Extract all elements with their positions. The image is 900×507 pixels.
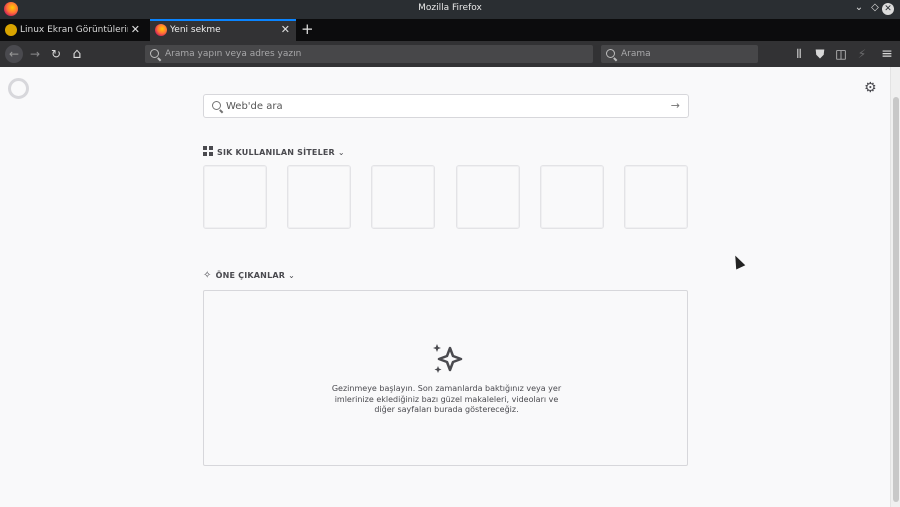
tab-favicon-icon	[5, 24, 17, 36]
url-bar[interactable]	[145, 45, 593, 63]
minimize-icon[interactable]: ⌄	[852, 2, 866, 13]
web-search-input[interactable]	[226, 95, 646, 117]
reload-button[interactable]: ↻	[47, 45, 65, 63]
mouse-cursor-icon	[730, 253, 746, 270]
library-icon[interactable]: ⫴	[790, 45, 808, 63]
tab-new-tab[interactable]: Yeni sekme ✕	[150, 19, 296, 41]
top-sites-title: SIK KULLANILAN SİTELER	[217, 148, 335, 157]
top-site-tile[interactable]	[371, 165, 435, 229]
chevron-down-icon[interactable]: ⌄	[288, 271, 295, 280]
highlights-header[interactable]: ✧ ÖNE ÇIKANLAR ⌄	[203, 270, 295, 281]
tab-favicon-icon	[155, 24, 167, 36]
top-site-tile[interactable]	[456, 165, 520, 229]
search-icon	[150, 49, 159, 58]
menu-icon[interactable]: ≡	[878, 45, 896, 63]
forward-button[interactable]: →	[26, 45, 44, 63]
window-titlebar: Mozilla Firefox ⌄ ◇ ✕	[0, 0, 900, 19]
highlights-title: ÖNE ÇIKANLAR	[215, 271, 286, 280]
chevron-down-icon[interactable]: ⌄	[338, 148, 345, 157]
top-site-tile[interactable]	[540, 165, 604, 229]
url-input[interactable]	[165, 45, 545, 63]
home-button[interactable]: ⌂	[68, 45, 86, 63]
sparkle-icon: ✧	[203, 270, 212, 281]
search-icon	[212, 101, 221, 110]
grid-icon	[203, 146, 213, 156]
tab-label: Yeni sekme	[170, 25, 221, 35]
tab-label: Linux Ekran Görüntülerin	[20, 25, 128, 35]
top-site-tile[interactable]	[624, 165, 688, 229]
search-icon	[606, 49, 615, 58]
tab-close-icon[interactable]: ✕	[281, 23, 290, 36]
highlights-empty-message: Gezinmeye başlayın. Son zamanlarda baktı…	[331, 384, 562, 414]
extension-icon[interactable]: ⚡	[853, 45, 871, 63]
nav-toolbar: ← → ↻ ⌂ ⫴ ⛊ ◫ ⚡ ≡	[0, 41, 900, 67]
highlights-empty-state: Gezinmeye başlayın. Son zamanlarda baktı…	[203, 290, 688, 466]
scrollbar-thumb[interactable]	[893, 97, 899, 502]
arrow-right-icon[interactable]: →	[671, 99, 680, 112]
top-sites-header[interactable]: SIK KULLANILAN SİTELER ⌄	[203, 146, 345, 157]
tab-strip: Linux Ekran Görüntülerin ✕ Yeni sekme ✕ …	[0, 19, 900, 41]
top-site-tile[interactable]	[203, 165, 267, 229]
web-search-box[interactable]: →	[203, 94, 689, 118]
page-scrollbar[interactable]	[890, 67, 900, 507]
gear-icon[interactable]: ⚙	[864, 80, 877, 96]
firefox-logo-icon	[8, 78, 29, 99]
new-tab-icon[interactable]: +	[301, 20, 314, 38]
tab-close-icon[interactable]: ✕	[131, 23, 140, 36]
highlights-sparkle-icon	[433, 344, 463, 373]
search-input[interactable]	[621, 45, 741, 63]
sidebar-icon[interactable]: ◫	[832, 45, 850, 63]
top-site-tile[interactable]	[287, 165, 351, 229]
search-bar[interactable]	[601, 45, 758, 63]
window-title: Mozilla Firefox	[418, 3, 482, 13]
back-button[interactable]: ←	[5, 45, 23, 63]
maximize-icon[interactable]: ◇	[868, 2, 882, 13]
close-window-icon[interactable]: ✕	[882, 3, 894, 15]
tab-linux-screenshots[interactable]: Linux Ekran Görüntülerin ✕	[0, 19, 146, 41]
shield-icon[interactable]: ⛊	[811, 45, 829, 63]
